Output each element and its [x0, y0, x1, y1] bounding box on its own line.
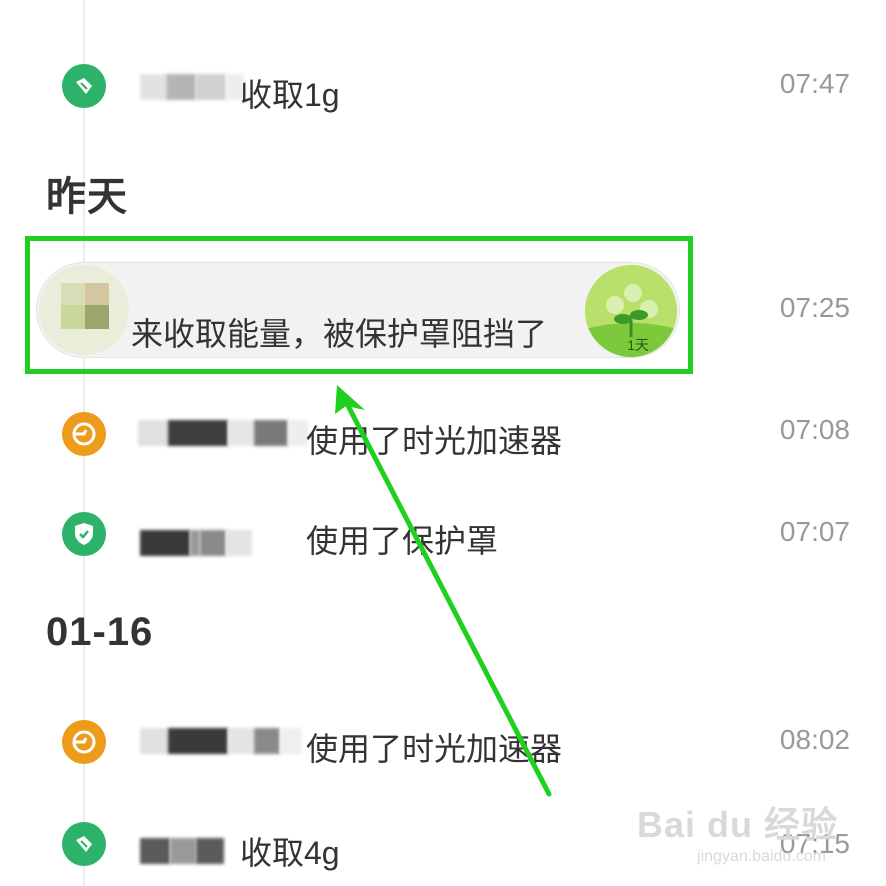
- annotation-arrow: [335, 385, 552, 797]
- watermark-logo: Bai du 经验: [636, 804, 838, 845]
- watermark-url: jingyan.baidu.com: [697, 848, 826, 865]
